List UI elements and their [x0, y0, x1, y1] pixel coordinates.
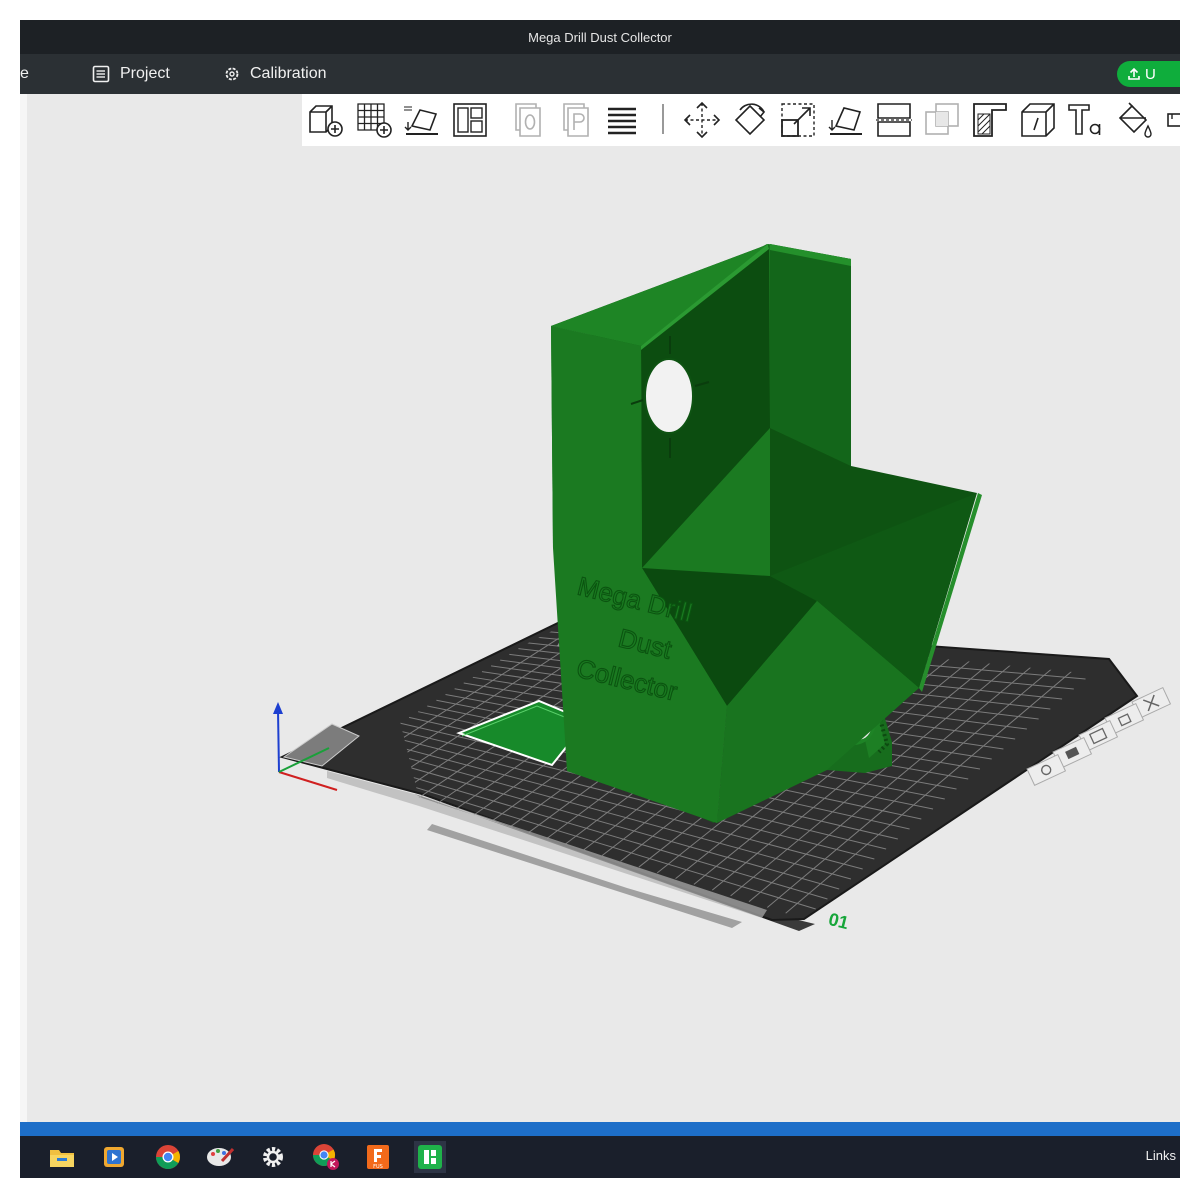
color-paint-tool[interactable]	[1114, 100, 1154, 140]
cut-icon	[876, 103, 912, 137]
support-paint-icon	[973, 103, 1007, 137]
boolean-icon	[925, 103, 959, 135]
object-plate-tool[interactable]	[508, 100, 548, 140]
move-icon	[683, 101, 721, 139]
support-paint-tool[interactable]	[970, 100, 1010, 140]
taskbar-chrome-profile[interactable]	[310, 1141, 342, 1173]
measure-icon	[1167, 113, 1180, 127]
auto-orient-tool[interactable]	[402, 100, 442, 140]
grid-add-tool[interactable]	[354, 100, 394, 140]
paint-icon	[207, 1147, 234, 1166]
measure-tool[interactable]	[1162, 100, 1180, 140]
file-explorer-icon	[50, 1150, 74, 1167]
arrange-tool[interactable]	[450, 100, 490, 140]
taskbar: FUS Links	[20, 1136, 1180, 1178]
taskbar-chrome[interactable]	[152, 1141, 184, 1173]
process-plate-icon	[563, 103, 589, 137]
arrange-icon	[453, 103, 487, 137]
canvas-toolbar	[302, 94, 1180, 146]
fusion-badge-label: FUS	[373, 1164, 383, 1170]
menu-item-project[interactable]: Project	[92, 54, 170, 94]
menu-item-calibration[interactable]: Calibration	[224, 54, 326, 94]
scale-tool[interactable]	[778, 100, 818, 140]
upload-button[interactable]: U	[1117, 61, 1180, 87]
seam-paint-icon	[1021, 103, 1055, 137]
rotate-tool[interactable]	[730, 100, 770, 140]
chrome-profile-icon	[313, 1144, 339, 1170]
taskbar-file-explorer[interactable]	[46, 1141, 78, 1173]
fusion-icon: FUS	[367, 1145, 389, 1170]
menu-item-calibration-label: Calibration	[250, 65, 327, 82]
menu-bar: e Project Calibration U	[20, 54, 1180, 94]
toolbar-separator	[662, 104, 664, 134]
taskbar-bambu-studio[interactable]	[414, 1141, 446, 1173]
process-plate-tool[interactable]	[556, 100, 596, 140]
layers-tool[interactable]	[602, 100, 642, 140]
lay-on-face-icon	[828, 107, 862, 135]
grid-add-icon	[357, 103, 392, 138]
project-icon	[92, 65, 110, 83]
color-paint-icon	[1118, 102, 1152, 138]
boolean-tool[interactable]	[922, 100, 962, 140]
text-tool[interactable]	[1066, 100, 1106, 140]
seam-paint-tool[interactable]	[1018, 100, 1058, 140]
slicer-window: Mega Drill Dust Collector e Project Cali…	[20, 20, 1180, 1178]
rotate-icon	[734, 103, 766, 136]
bambu-studio-icon	[418, 1145, 442, 1169]
calibration-icon	[225, 67, 239, 81]
window-title: Mega Drill Dust Collector	[528, 29, 672, 45]
chrome-icon	[156, 1145, 180, 1170]
auto-orient-icon	[404, 106, 438, 135]
taskbar-fusion[interactable]: FUS	[362, 1141, 394, 1173]
scale-icon	[781, 103, 815, 137]
menu-item-cut-label: e	[20, 65, 29, 82]
text-icon	[1068, 104, 1101, 135]
layers-icon	[608, 107, 636, 135]
left-panel-edge	[20, 94, 27, 1124]
add-object-icon	[309, 105, 343, 137]
title-bar: Mega Drill Dust Collector	[20, 20, 1180, 54]
lay-on-face-tool[interactable]	[826, 100, 866, 140]
upload-button-label: U	[1145, 65, 1156, 83]
taskbar-links-toolbar[interactable]: Links	[1146, 1148, 1176, 1163]
plate-number: 01	[826, 909, 850, 933]
move-tool[interactable]	[682, 100, 722, 140]
media-player-icon	[104, 1147, 124, 1167]
menu-item-cut[interactable]: e	[20, 54, 29, 94]
taskbar-media-player[interactable]	[98, 1141, 130, 1173]
3d-viewport[interactable]: 01 Mega Drill Dust Collector	[27, 146, 1180, 1121]
taskbar-accent-strip	[20, 1122, 1180, 1136]
add-object-tool[interactable]	[306, 100, 346, 140]
settings-icon	[263, 1147, 283, 1167]
taskbar-settings[interactable]	[257, 1141, 289, 1173]
upload-icon	[1128, 67, 1140, 80]
menu-item-project-label: Project	[120, 65, 170, 82]
taskbar-paint[interactable]	[204, 1141, 236, 1173]
cut-tool[interactable]	[874, 100, 914, 140]
object-plate-icon	[515, 103, 541, 137]
